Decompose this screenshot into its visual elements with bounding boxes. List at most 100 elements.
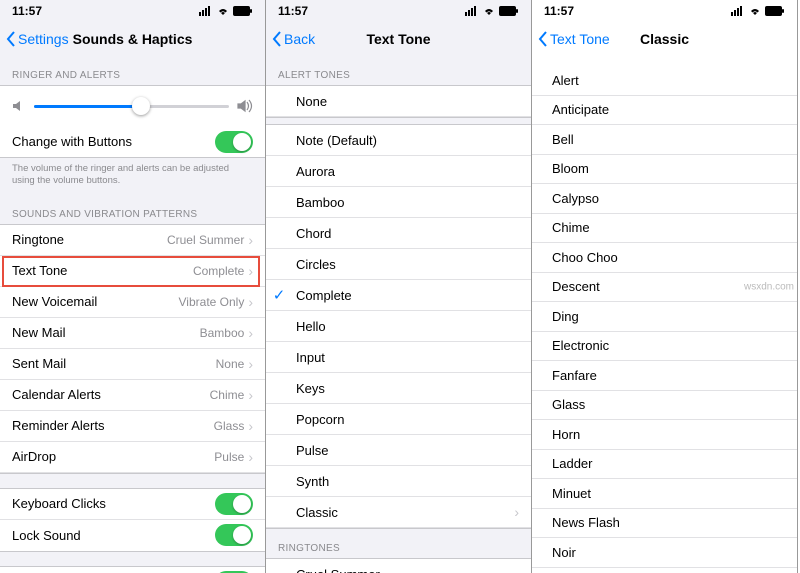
battery-icon <box>499 6 519 16</box>
signal-icon <box>199 6 213 16</box>
status-indicators <box>465 6 519 16</box>
back-label: Settings <box>18 31 69 47</box>
lock-sound-row: Lock Sound <box>0 520 265 551</box>
classic-choo-choo[interactable]: Choo Choo <box>532 243 797 273</box>
chevron-right-icon: › <box>248 263 253 279</box>
lock-sound-toggle[interactable] <box>215 524 253 546</box>
chevron-right-icon: › <box>248 325 253 341</box>
airdrop-row[interactable]: AirDrop Pulse › <box>0 442 265 473</box>
ringtone-cruel-summer[interactable]: Cruel Summer <box>266 559 531 573</box>
back-button[interactable]: Text Tone <box>538 31 610 47</box>
page-title: Text Tone <box>366 31 430 47</box>
battery-icon <box>233 6 253 16</box>
tone-circles[interactable]: Circles <box>266 249 531 280</box>
tone-pulse[interactable]: Pulse <box>266 435 531 466</box>
page-title: Classic <box>640 31 689 47</box>
nav-bar: Text Tone Classic <box>532 22 797 56</box>
chevron-right-icon: › <box>248 418 253 434</box>
chevron-left-icon <box>272 31 282 47</box>
wifi-icon <box>216 6 230 16</box>
change-with-buttons-label: Change with Buttons <box>12 134 215 149</box>
section-sounds-patterns: SOUNDS AND VIBRATION PATTERNS <box>0 195 265 224</box>
tone-input[interactable]: Input <box>266 342 531 373</box>
section-ringer-alerts: RINGER AND ALERTS <box>0 56 265 85</box>
checkmark-icon: ✓ <box>270 286 288 304</box>
classic-noir[interactable]: Noir <box>532 538 797 568</box>
classic-anticipate[interactable]: Anticipate <box>532 96 797 126</box>
tone-classic[interactable]: Classic› <box>266 497 531 528</box>
wifi-icon <box>748 6 762 16</box>
volume-note: The volume of the ringer and alerts can … <box>0 158 265 195</box>
status-time: 11:57 <box>544 4 574 18</box>
classic-ding[interactable]: Ding <box>532 302 797 332</box>
tone-note-default[interactable]: Note (Default) <box>266 125 531 156</box>
classic-electronic[interactable]: Electronic <box>532 332 797 362</box>
sent-mail-row[interactable]: Sent Mail None › <box>0 349 265 380</box>
sounds-haptics-screen: 11:57 Settings Sounds & Haptics RINGER A… <box>0 0 266 573</box>
signal-icon <box>465 6 479 16</box>
section-alert-tones: ALERT TONES <box>266 56 531 85</box>
tone-synth[interactable]: Synth <box>266 466 531 497</box>
chevron-right-icon: › <box>248 356 253 372</box>
change-with-buttons-toggle[interactable] <box>215 131 253 153</box>
chevron-right-icon: › <box>248 294 253 310</box>
status-indicators <box>731 6 785 16</box>
back-button[interactable]: Settings <box>6 31 69 47</box>
chevron-right-icon: › <box>248 449 253 465</box>
signal-icon <box>731 6 745 16</box>
calendar-alerts-row[interactable]: Calendar Alerts Chime › <box>0 380 265 411</box>
ringtone-row[interactable]: Ringtone Cruel Summer › <box>0 225 265 256</box>
status-bar: 11:57 <box>0 0 265 22</box>
classic-glass[interactable]: Glass <box>532 391 797 421</box>
keyboard-clicks-row: Keyboard Clicks <box>0 489 265 520</box>
classic-ladder[interactable]: Ladder <box>532 450 797 480</box>
chevron-left-icon <box>6 31 16 47</box>
nav-bar: Back Text Tone <box>266 22 531 56</box>
back-button[interactable]: Back <box>272 31 315 47</box>
watermark: wsxdn.com <box>744 281 794 292</box>
classic-calypso[interactable]: Calypso <box>532 184 797 214</box>
chevron-right-icon: › <box>248 232 253 248</box>
nav-bar: Settings Sounds & Haptics <box>0 22 265 56</box>
chevron-right-icon: › <box>248 387 253 403</box>
status-bar: 11:57 <box>266 0 531 22</box>
tone-chord[interactable]: Chord <box>266 218 531 249</box>
status-bar: 11:57 <box>532 0 797 22</box>
classic-fanfare[interactable]: Fanfare <box>532 361 797 391</box>
tone-aurora[interactable]: Aurora <box>266 156 531 187</box>
classic-alert[interactable]: Alert <box>532 66 797 96</box>
back-label: Back <box>284 31 315 47</box>
tone-complete[interactable]: ✓Complete <box>266 280 531 311</box>
keyboard-clicks-toggle[interactable] <box>215 493 253 515</box>
chevron-left-icon <box>538 31 548 47</box>
new-mail-row[interactable]: New Mail Bamboo › <box>0 318 265 349</box>
system-haptics-row: System Haptics <box>0 567 265 573</box>
tone-hello[interactable]: Hello <box>266 311 531 342</box>
text-tone-row[interactable]: Text Tone Complete › <box>0 256 265 287</box>
status-time: 11:57 <box>12 4 42 18</box>
tone-popcorn[interactable]: Popcorn <box>266 404 531 435</box>
wifi-icon <box>482 6 496 16</box>
new-voicemail-row[interactable]: New Voicemail Vibrate Only › <box>0 287 265 318</box>
section-ringtones: RINGTONES <box>266 529 531 558</box>
tone-keys[interactable]: Keys <box>266 373 531 404</box>
tone-none[interactable]: None <box>266 86 531 117</box>
classic-minuet[interactable]: Minuet <box>532 479 797 509</box>
chevron-right-icon: › <box>514 504 519 520</box>
classic-bell[interactable]: Bell <box>532 125 797 155</box>
reminder-alerts-row[interactable]: Reminder Alerts Glass › <box>0 411 265 442</box>
text-tone-screen: 11:57 Back Text Tone ALERT TONES None No… <box>266 0 532 573</box>
battery-icon <box>765 6 785 16</box>
classic-horn[interactable]: Horn <box>532 420 797 450</box>
back-label: Text Tone <box>550 31 610 47</box>
classic-bloom[interactable]: Bloom <box>532 155 797 185</box>
change-with-buttons-row: Change with Buttons <box>0 126 265 157</box>
status-time: 11:57 <box>278 4 308 18</box>
status-indicators <box>199 6 253 16</box>
tone-bamboo[interactable]: Bamboo <box>266 187 531 218</box>
classic-chime[interactable]: Chime <box>532 214 797 244</box>
page-title: Sounds & Haptics <box>73 31 193 47</box>
classic-news-flash[interactable]: News Flash <box>532 509 797 539</box>
volume-slider[interactable] <box>34 105 229 108</box>
speaker-low-icon <box>12 99 26 113</box>
